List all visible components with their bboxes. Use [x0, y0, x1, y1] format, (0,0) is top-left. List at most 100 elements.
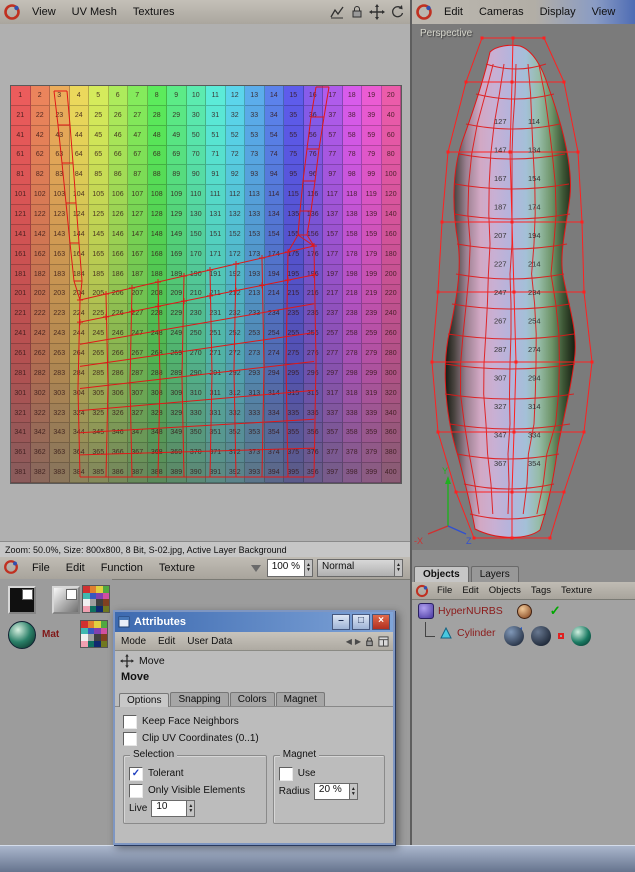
tab-colors[interactable]: Colors [229, 692, 275, 706]
material-ball-icon[interactable] [531, 626, 551, 646]
om-menu-file[interactable]: File [432, 585, 457, 596]
uv-grid-cell: 90 [186, 165, 206, 186]
uv-grid-cell: 72 [225, 145, 245, 166]
uv-grid-cell: 268 [147, 344, 167, 364]
lock-icon[interactable] [364, 636, 375, 647]
palette-icon[interactable] [80, 620, 108, 648]
uv-grid-cell: 14 [264, 86, 284, 106]
tolerant-checkbox[interactable]: ✓ [129, 766, 143, 781]
menu-view[interactable]: View [24, 6, 64, 18]
clip-uv-checkbox[interactable] [123, 731, 137, 746]
uv-grid-cell: 32 [225, 105, 245, 126]
uv-texture-canvas[interactable]: 1 2 3 4 5 6 7 8 9 10 11 12 13 14 15 16 17 18 19 20 21 22 23 24 2… [0, 24, 411, 541]
material-sphere-icon[interactable] [8, 621, 36, 649]
tab-snapping[interactable]: Snapping [170, 692, 229, 706]
tree-item-hypernurbs[interactable]: HyperNURBS [438, 605, 503, 617]
panel-icon[interactable] [378, 635, 389, 647]
object-manager: Objects Layers File Edit Objects Tags Te… [412, 550, 635, 845]
menu-textures[interactable]: Textures [125, 6, 183, 18]
om-menu-tags[interactable]: Tags [526, 585, 556, 596]
minimize-button[interactable]: – [332, 614, 350, 630]
menu-display[interactable]: Display [532, 6, 584, 18]
menu-texture[interactable]: Texture [151, 562, 203, 574]
uv-grid-cell: 188 [147, 264, 167, 285]
uv-grid-cell: 101 [11, 185, 31, 206]
tab-layers[interactable]: Layers [470, 566, 519, 582]
perspective-viewport[interactable]: 127 147 167 187 207 227 247 267 287 307 327 347 367 1… [412, 24, 635, 550]
background-color-chip[interactable] [52, 586, 80, 614]
enabled-check-icon[interactable]: ✓ [550, 603, 561, 619]
uv-grid-cell: 383 [50, 463, 70, 483]
foreground-color-chip[interactable] [8, 586, 36, 614]
uv-grid-cell: 395 [284, 463, 304, 483]
maximize-button[interactable]: □ [352, 614, 370, 630]
spin-down-icon[interactable]: ▼ [351, 791, 356, 797]
om-menu-objects[interactable]: Objects [484, 585, 526, 596]
om-menu-edit[interactable]: Edit [457, 585, 483, 596]
color-tools-panel: Mat [0, 579, 112, 845]
uv-grid-cell: 17 [323, 86, 343, 106]
menu-uv-mesh[interactable]: UV Mesh [64, 6, 125, 18]
material-ball-icon[interactable] [504, 626, 524, 646]
menu-edit-attr[interactable]: Edit [152, 636, 181, 647]
uv-grid-cell: 31 [206, 105, 226, 126]
history-back-icon[interactable]: ◀ [346, 637, 352, 646]
material-thumbnail-icon[interactable] [516, 603, 532, 619]
tab-magnet[interactable]: Magnet [275, 692, 325, 706]
rotate-icon[interactable] [389, 4, 405, 20]
uv-grid-cell: 135 [284, 205, 304, 225]
menu-view-3d[interactable]: View [584, 6, 624, 18]
tab-options[interactable]: Options [119, 693, 170, 707]
uv-grid-cell: 248 [147, 324, 167, 345]
tree-item-cylinder[interactable]: Cylinder [457, 627, 496, 639]
uv-grid-cell: 203 [50, 284, 70, 305]
tab-objects[interactable]: Objects [414, 566, 469, 582]
menu-edit-texture[interactable]: Edit [58, 562, 93, 574]
palette-icon[interactable] [82, 585, 110, 613]
radius-spinner-arrows[interactable]: ▲ ▼ [348, 784, 357, 799]
uv-grid-cell: 367 [128, 443, 148, 464]
attributes-titlebar[interactable]: Attributes – □ × [115, 612, 393, 632]
only-visible-checkbox[interactable] [129, 783, 143, 798]
blend-mode-arrows[interactable]: ▲ ▼ [394, 560, 402, 576]
live-spinner[interactable]: 10 ▲ ▼ [151, 800, 196, 817]
menu-user-data[interactable]: User Data [181, 636, 238, 647]
uv-grid-cell: 184 [69, 264, 89, 285]
zoom-spinner[interactable]: 100 % ▲ ▼ [266, 559, 313, 577]
menu-cameras[interactable]: Cameras [471, 6, 532, 18]
material-ball-icon[interactable] [571, 626, 591, 646]
zoom-spinner-arrows[interactable]: ▲ ▼ [304, 560, 312, 576]
uv-grid-cell: 144 [69, 224, 89, 245]
live-spinner-arrows[interactable]: ▲ ▼ [186, 801, 195, 816]
hypernurbs-icon[interactable] [418, 603, 434, 619]
uv-grid-cell: 316 [303, 383, 323, 404]
uv-grid-cell: 263 [50, 344, 70, 364]
uv-grid-cell: 355 [284, 423, 304, 444]
history-forward-icon[interactable]: ▶ [355, 637, 361, 646]
keep-face-neighbors-checkbox[interactable] [123, 714, 137, 729]
filter-icon[interactable] [250, 564, 261, 572]
radius-spinner[interactable]: 20 % ▲ ▼ [313, 783, 358, 800]
pane-divider[interactable] [410, 0, 412, 845]
blend-mode-dropdown[interactable]: Normal ▲ ▼ [317, 559, 403, 577]
uv-grid-cell: 64 [69, 145, 89, 166]
menu-file[interactable]: File [24, 562, 58, 574]
lock-icon[interactable] [349, 4, 365, 20]
uv-grid-cell: 94 [264, 165, 284, 186]
spin-down-icon[interactable]: ▼ [306, 568, 311, 573]
viewport-label[interactable]: Perspective [420, 28, 472, 39]
radius-row: Radius 20 % ▲ ▼ [279, 782, 379, 801]
spin-down-icon[interactable]: ▼ [188, 808, 193, 814]
uv-grid-cell: 265 [89, 344, 109, 364]
histogram-icon[interactable] [329, 4, 345, 20]
move-icon[interactable] [369, 4, 385, 20]
uv-grid-cell: 262 [30, 344, 50, 364]
use-checkbox[interactable] [278, 766, 293, 781]
menu-edit[interactable]: Edit [436, 6, 471, 18]
cylinder-icon[interactable] [439, 626, 453, 640]
menu-function[interactable]: Function [93, 562, 151, 574]
om-menu-texture[interactable]: Texture [556, 585, 597, 596]
menu-mode[interactable]: Mode [115, 636, 152, 647]
close-button[interactable]: × [372, 614, 390, 630]
selected-material-box[interactable] [558, 633, 564, 639]
